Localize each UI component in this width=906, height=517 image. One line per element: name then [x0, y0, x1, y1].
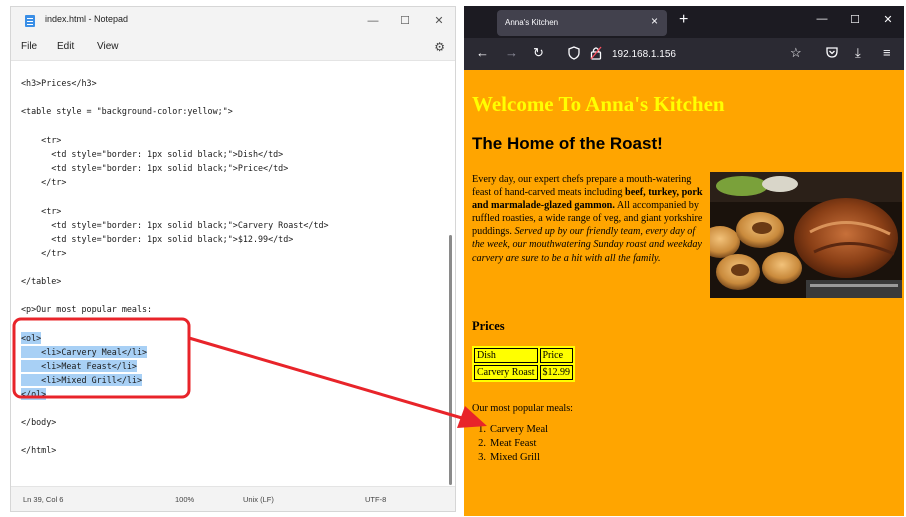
web-page: Welcome To Anna's Kitchen The Home of th… [464, 70, 904, 516]
code-line: </table> [21, 276, 62, 286]
code-line: <table style = "background-color:yellow;… [21, 106, 233, 116]
menu-edit[interactable]: Edit [57, 41, 74, 52]
code-line: </html> [21, 445, 57, 455]
selected-code-line: </ol> [21, 388, 47, 400]
selected-code-line: <li>Meat Feast</li> [21, 360, 137, 372]
code-line: <td style="border: 1px solid black;">Dis… [21, 149, 284, 159]
forward-arrow-icon[interactable]: → [505, 46, 518, 60]
bookmark-star-icon[interactable]: ☆ [790, 46, 802, 60]
code-line: <td style="border: 1px solid black;">Pri… [21, 163, 289, 173]
code-line: <tr> [21, 206, 62, 216]
tab-title: Anna's Kitchen [505, 18, 559, 27]
close-icon[interactable]: ✕ [878, 13, 898, 26]
maximize-icon[interactable]: ☐ [391, 12, 419, 30]
prices-heading: Prices [472, 319, 505, 333]
table-cell: $12.99 [539, 365, 573, 380]
settings-gear-icon[interactable]: ⚙ [434, 40, 445, 54]
popular-meals-list: 1. Carvery Meal 2. Meat Feast 3. Mixed Gril… [472, 423, 548, 465]
table-cell: Carvery Roast [474, 365, 538, 380]
maximize-icon[interactable]: ☐ [845, 13, 865, 26]
intro-paragraph: Every day, our expert chefs prepare a mo… [472, 174, 703, 264]
code-line: </body> [21, 417, 57, 427]
minimize-icon[interactable]: — [812, 13, 832, 25]
zoom-level: 100% [175, 495, 195, 504]
prices-table: Dish Price Carvery Roast $12.99 [472, 346, 575, 382]
notepad-title-bar[interactable]: index.html - Notepad — ☐ ✕ [11, 7, 455, 35]
pocket-icon[interactable] [826, 46, 838, 61]
selected-code-line: <li>Carvery Meal</li> [21, 346, 148, 358]
lock-warning-icon[interactable] [590, 46, 602, 63]
cursor-position: Ln 39, Col 6 [23, 495, 64, 504]
table-cell: Dish [474, 348, 538, 363]
code-line: <p>Our most popular meals: [21, 304, 153, 314]
code-line: </tr> [21, 177, 67, 187]
code-line: <h3>Prices</h3> [21, 78, 97, 88]
menu-view[interactable]: View [97, 41, 119, 52]
browser-window: Anna's Kitchen × + — ☐ ✕ ← → ↻ 192.168.1… [464, 6, 904, 516]
menu-file[interactable]: File [21, 41, 37, 52]
list-item: 2. Meat Feast [478, 438, 537, 449]
list-item: 1. Carvery Meal [478, 424, 549, 435]
notepad-window-title: index.html - Notepad [45, 14, 129, 24]
close-icon[interactable]: ✕ [425, 12, 453, 30]
tab-close-icon[interactable]: × [651, 14, 658, 28]
notepad-app-icon [25, 15, 35, 27]
new-tab-icon[interactable]: + [679, 11, 688, 29]
download-icon[interactable]: ⤓ [855, 46, 861, 60]
browser-nav-bar: ← → ↻ 192.168.1.156 ☆ ⤓ ≡ [464, 38, 904, 70]
table-cell: Price [539, 348, 573, 363]
table-row: Dish Price [474, 348, 573, 363]
vertical-scrollbar[interactable] [449, 235, 452, 485]
roast-dinner-photo [710, 172, 902, 298]
shield-icon[interactable] [568, 46, 580, 63]
notepad-menu-bar: File Edit View ⚙ [11, 35, 455, 61]
browser-tab[interactable]: Anna's Kitchen × [497, 10, 667, 36]
page-subheading: The Home of the Roast! [472, 134, 663, 153]
address-bar[interactable]: 192.168.1.156 [612, 49, 676, 60]
encoding: UTF-8 [365, 495, 387, 504]
table-row: Carvery Roast $12.99 [474, 365, 573, 380]
reload-icon[interactable]: ↻ [533, 46, 544, 60]
notepad-window: index.html - Notepad — ☐ ✕ File Edit Vie… [10, 6, 456, 512]
code-line: <td style="border: 1px solid black;">Car… [21, 220, 329, 230]
code-line: <tr> [21, 135, 62, 145]
selected-code-line: <ol> [21, 332, 42, 344]
menu-hamburger-icon[interactable]: ≡ [883, 46, 891, 60]
list-item: 3. Mixed Grill [478, 452, 540, 463]
line-ending: Unix (LF) [243, 495, 274, 504]
popular-meals-intro: Our most popular meals: [472, 403, 574, 414]
browser-tab-bar: Anna's Kitchen × + — ☐ ✕ [464, 6, 904, 38]
notepad-status-bar: Ln 39, Col 6 100% Unix (LF) UTF-8 [11, 486, 455, 511]
minimize-icon[interactable]: — [359, 12, 387, 30]
selected-code-line: <li>Mixed Grill</li> [21, 374, 143, 386]
page-heading: Welcome To Anna's Kitchen [472, 92, 725, 116]
code-line: </tr> [21, 248, 67, 258]
back-arrow-icon[interactable]: ← [476, 46, 489, 60]
code-line: <td style="border: 1px solid black;">$12… [21, 234, 294, 244]
text-editor-area[interactable]: <h3>Prices</h3> <table style = "backgrou… [11, 62, 447, 487]
